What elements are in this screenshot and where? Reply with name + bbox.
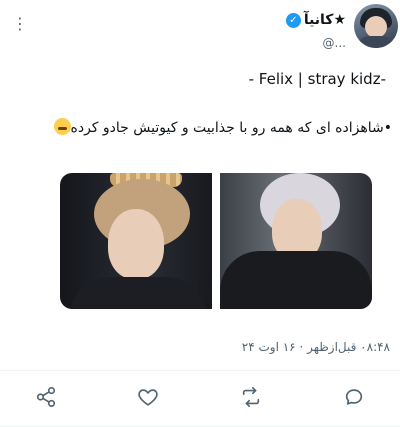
divider: [0, 370, 400, 371]
retweet-icon[interactable]: [240, 386, 262, 408]
avatar-shirt: [356, 36, 396, 48]
heart-icon[interactable]: [137, 386, 159, 408]
photo-1-shoulders: [70, 277, 206, 309]
avatar[interactable]: [354, 4, 398, 48]
user-name-row[interactable]: ★کانیآ ✓: [285, 12, 346, 28]
avatar-face: [365, 16, 387, 38]
tweet-text-line-1: - Felix | stray kidz-: [248, 70, 386, 88]
verified-badge-icon: ✓: [285, 12, 301, 28]
tweet-card[interactable]: ⋮ ★کانیآ ✓ @... - Felix | stray kidz- •ش…: [0, 0, 400, 427]
share-icon[interactable]: [35, 386, 57, 408]
photo-1-face: [108, 209, 164, 279]
laughing-emoji-icon: [53, 118, 71, 135]
tweet-timestamp[interactable]: ۰۸:۴۸ قبل‌ازظهر · ۱۶ اوت ۲۴: [242, 340, 390, 354]
more-options-icon[interactable]: ⋮: [10, 14, 30, 34]
media-photo-1[interactable]: [60, 173, 212, 309]
user-handle[interactable]: @...: [323, 36, 346, 50]
tweet-text-line-2: •شاهزاده ای که همه رو با جذابیت و کیوتیش…: [6, 118, 392, 136]
tweet-media-grid[interactable]: [60, 173, 372, 309]
display-name[interactable]: ★کانیآ: [304, 12, 346, 28]
tweet-text-line-2-text: •شاهزاده ای که همه رو با جذابیت و کیوتیش…: [70, 120, 393, 136]
media-photo-2[interactable]: [220, 173, 372, 309]
photo-2-jacket: [220, 251, 372, 309]
reply-icon[interactable]: [343, 386, 365, 408]
